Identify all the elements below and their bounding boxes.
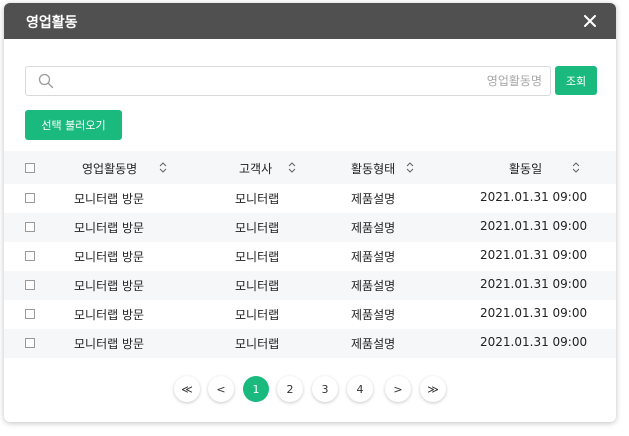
cell-customer: 모니터랩 xyxy=(235,192,280,206)
modal-header: 영업활동 xyxy=(4,3,616,39)
last-page-button[interactable]: ≫ xyxy=(420,376,446,402)
row-checkbox[interactable] xyxy=(25,280,35,290)
cell-date: 2021.01.31 09:00 xyxy=(480,219,588,233)
sort-icon[interactable] xyxy=(159,162,167,173)
table-row[interactable]: 모니터랩 방문 모니터랩 제품설명 2021.01.31 09:00 xyxy=(4,300,616,329)
cell-type: 제품설명 xyxy=(351,221,396,235)
search-icon xyxy=(38,73,54,93)
page-3-button[interactable]: 3 xyxy=(312,376,338,402)
pagination: ≪ < 1 2 3 4 > ≫ xyxy=(4,375,616,405)
row-checkbox[interactable] xyxy=(25,338,35,348)
cell-customer: 모니터랩 xyxy=(235,308,280,322)
cell-name: 모니터랩 방문 xyxy=(74,279,145,293)
header-customer[interactable]: 고객사 xyxy=(239,160,272,177)
row-checkbox[interactable] xyxy=(25,251,35,261)
search-button[interactable]: 조회 xyxy=(555,66,597,95)
cell-customer: 모니터랩 xyxy=(235,279,280,293)
header-name[interactable]: 영업활동명 xyxy=(82,160,137,177)
table-row[interactable]: 모니터랩 방문 모니터랩 제품설명 2021.01.31 09:00 xyxy=(4,242,616,271)
cell-date: 2021.01.31 09:00 xyxy=(480,335,588,349)
row-checkbox[interactable] xyxy=(25,193,35,203)
table-header: 영업활동명 고객사 활동형태 활동일 xyxy=(4,151,616,184)
row-checkbox[interactable] xyxy=(25,222,35,232)
sort-icon[interactable] xyxy=(572,162,580,173)
modal-dialog: 영업활동 조회 선택 불러오기 영업활동명 고객사 xyxy=(4,3,616,422)
close-icon[interactable] xyxy=(578,9,602,33)
table-row[interactable]: 모니터랩 방문 모니터랩 제품설명 2021.01.31 09:00 xyxy=(4,184,616,213)
page-2-button[interactable]: 2 xyxy=(277,376,303,402)
sort-icon[interactable] xyxy=(288,162,296,173)
cell-type: 제품설명 xyxy=(351,192,396,206)
load-selected-button[interactable]: 선택 불러오기 xyxy=(25,110,122,140)
cell-date: 2021.01.31 09:00 xyxy=(480,306,588,320)
table-row[interactable]: 모니터랩 방문 모니터랩 제품설명 2021.01.31 09:00 xyxy=(4,271,616,300)
first-page-button[interactable]: ≪ xyxy=(174,376,200,402)
cell-name: 모니터랩 방문 xyxy=(74,250,145,264)
prev-page-button[interactable]: < xyxy=(208,376,234,402)
header-type[interactable]: 활동형태 xyxy=(351,160,395,177)
cell-date: 2021.01.31 09:00 xyxy=(480,277,588,291)
search-input[interactable] xyxy=(62,70,544,92)
select-all-checkbox[interactable] xyxy=(25,163,35,173)
cell-customer: 모니터랩 xyxy=(235,337,280,351)
table-row[interactable]: 모니터랩 방문 모니터랩 제품설명 2021.01.31 09:00 xyxy=(4,329,616,358)
page-1-button[interactable]: 1 xyxy=(243,376,269,402)
page-4-button[interactable]: 4 xyxy=(347,376,373,402)
row-checkbox[interactable] xyxy=(25,309,35,319)
header-date[interactable]: 활동일 xyxy=(509,160,542,177)
cell-type: 제품설명 xyxy=(351,250,396,264)
table-row[interactable]: 모니터랩 방문 모니터랩 제품설명 2021.01.31 09:00 xyxy=(4,213,616,242)
sort-icon[interactable] xyxy=(406,162,414,173)
search-box xyxy=(25,66,551,96)
cell-name: 모니터랩 방문 xyxy=(74,192,145,206)
cell-name: 모니터랩 방문 xyxy=(74,221,145,235)
cell-type: 제품설명 xyxy=(351,337,396,351)
cell-customer: 모니터랩 xyxy=(235,221,280,235)
modal-title: 영업활동 xyxy=(26,15,78,31)
cell-name: 모니터랩 방문 xyxy=(74,337,145,351)
cell-name: 모니터랩 방문 xyxy=(74,308,145,322)
cell-customer: 모니터랩 xyxy=(235,250,280,264)
cell-date: 2021.01.31 09:00 xyxy=(480,248,588,262)
cell-type: 제품설명 xyxy=(351,279,396,293)
cell-type: 제품설명 xyxy=(351,308,396,322)
next-page-button[interactable]: > xyxy=(385,376,411,402)
activity-table: 영업활동명 고객사 활동형태 활동일 모니터랩 방문 모니터랩 제품설명 202… xyxy=(4,151,616,358)
cell-date: 2021.01.31 09:00 xyxy=(480,190,588,204)
